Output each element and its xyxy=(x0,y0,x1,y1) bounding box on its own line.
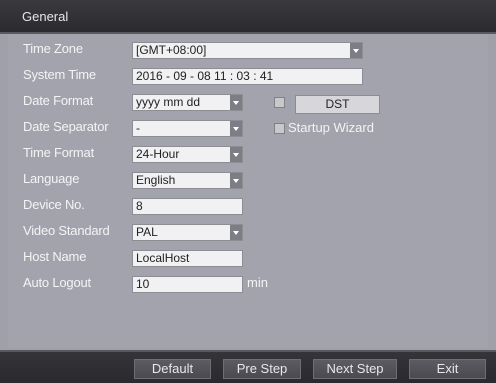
video-standard-label: Video Standard xyxy=(23,223,110,238)
pre-step-button-label: Pre Step xyxy=(236,361,288,376)
time-format-label: Time Format xyxy=(23,145,94,160)
chevron-down-icon xyxy=(230,121,242,136)
footer-toolbar: Default Pre Step Next Step Exit xyxy=(0,350,496,383)
exit-button-label: Exit xyxy=(436,361,459,376)
host-name-label: Host Name xyxy=(23,249,87,264)
startup-wizard-checkbox[interactable] xyxy=(274,123,285,134)
startup-wizard-label[interactable]: Startup Wizard xyxy=(288,120,374,135)
language-value: English xyxy=(136,173,176,187)
chevron-down-icon xyxy=(230,95,242,110)
system-time-input[interactable]: 2016 - 09 - 08 11 : 03 : 41 xyxy=(132,68,363,85)
host-name-value: LocalHost xyxy=(136,251,190,265)
system-time-value: 2016 - 09 - 08 11 : 03 : 41 xyxy=(136,69,274,83)
auto-logout-input[interactable]: 10 xyxy=(132,276,243,293)
language-select[interactable]: English xyxy=(132,172,243,189)
exit-button[interactable]: Exit xyxy=(409,359,486,379)
next-step-button[interactable]: Next Step xyxy=(313,359,397,379)
dst-checkbox[interactable] xyxy=(274,97,285,108)
device-no-value: 8 xyxy=(136,199,143,213)
video-standard-select[interactable]: PAL xyxy=(132,224,243,241)
window-title: General xyxy=(22,9,69,24)
language-label: Language xyxy=(23,171,80,186)
time-zone-value: [GMT+08:00] xyxy=(136,43,207,57)
title-bar: General xyxy=(0,0,496,34)
chevron-down-icon xyxy=(230,147,242,162)
system-time-label: System Time xyxy=(23,67,96,82)
chevron-down-icon xyxy=(230,173,242,188)
date-format-value: yyyy mm dd xyxy=(136,95,201,109)
general-settings-window: General Time Zone [GMT+08:00] System Tim… xyxy=(0,0,496,383)
pre-step-button[interactable]: Pre Step xyxy=(223,359,301,379)
device-no-label: Device No. xyxy=(23,197,85,212)
dst-button[interactable]: DST xyxy=(295,95,380,114)
time-format-select[interactable]: 24-Hour xyxy=(132,146,243,163)
host-name-input[interactable]: LocalHost xyxy=(132,250,243,267)
date-separator-label: Date Separator xyxy=(23,119,109,134)
settings-panel: Time Zone [GMT+08:00] System Time 2016 -… xyxy=(8,34,488,348)
time-format-value: 24-Hour xyxy=(136,147,180,161)
date-separator-value: - xyxy=(136,121,140,135)
chevron-down-icon xyxy=(230,225,242,240)
next-step-button-label: Next Step xyxy=(326,361,384,376)
date-format-label: Date Format xyxy=(23,93,94,108)
default-button-label: Default xyxy=(151,361,194,376)
dst-label: DST xyxy=(325,97,350,111)
date-separator-select[interactable]: - xyxy=(132,120,243,137)
auto-logout-label: Auto Logout xyxy=(23,275,91,290)
time-zone-select[interactable]: [GMT+08:00] xyxy=(132,42,363,59)
auto-logout-unit: min xyxy=(247,275,268,290)
chevron-down-icon xyxy=(350,43,362,58)
date-format-select[interactable]: yyyy mm dd xyxy=(132,94,243,111)
auto-logout-value: 10 xyxy=(136,277,150,291)
video-standard-value: PAL xyxy=(136,225,158,239)
default-button[interactable]: Default xyxy=(134,359,211,379)
device-no-input[interactable]: 8 xyxy=(132,198,243,215)
time-zone-label: Time Zone xyxy=(23,41,83,56)
